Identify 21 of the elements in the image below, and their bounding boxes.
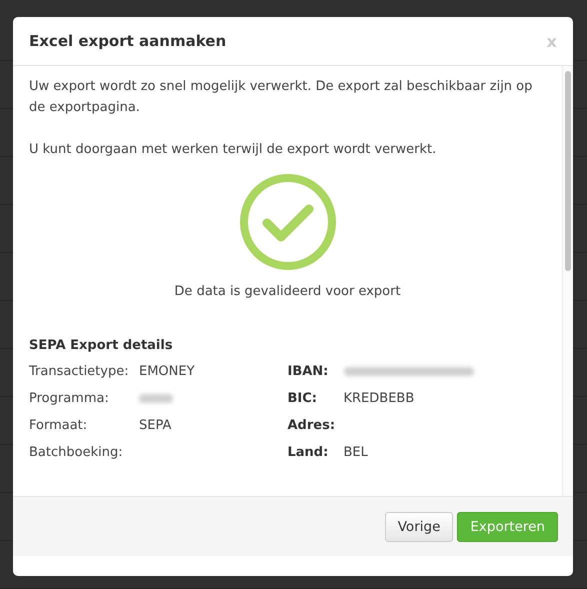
dialog-title: Excel export aanmaken [29,32,226,50]
field-value: SEPA [139,417,172,435]
field-label: Land: [288,444,330,462]
field-value: BEL [344,444,368,462]
message-text: U kunt doorgaan met werken terwijl de export wordt verwerkt. [29,141,438,159]
back-button[interactable]: Vorige [384,512,454,542]
message-text: Uw export wordt zo snel mogelijk verwerkt. De export zal beschikbaar zijn op de exportpagina. [29,78,534,117]
scrollbar[interactable] [562,66,573,496]
field-label: Formaat: [29,417,88,435]
field-label: Transactietype: [29,363,130,381]
checkmark-circle-icon [238,173,336,271]
export-button[interactable]: Exporteren [457,512,558,542]
field-label: Batchboeking: [29,444,124,462]
field-label: Programma: [29,390,110,408]
field-label: Adres: [288,417,336,435]
field-label: IBAN: [288,363,330,381]
field-value: KREDBEBB [344,390,414,408]
field-value: EMONEY [139,363,195,381]
section-title: SEPA Export details [29,337,174,355]
field-label: BIC: [288,390,318,408]
status-text: De data is gevalideerd voor export [174,283,401,301]
